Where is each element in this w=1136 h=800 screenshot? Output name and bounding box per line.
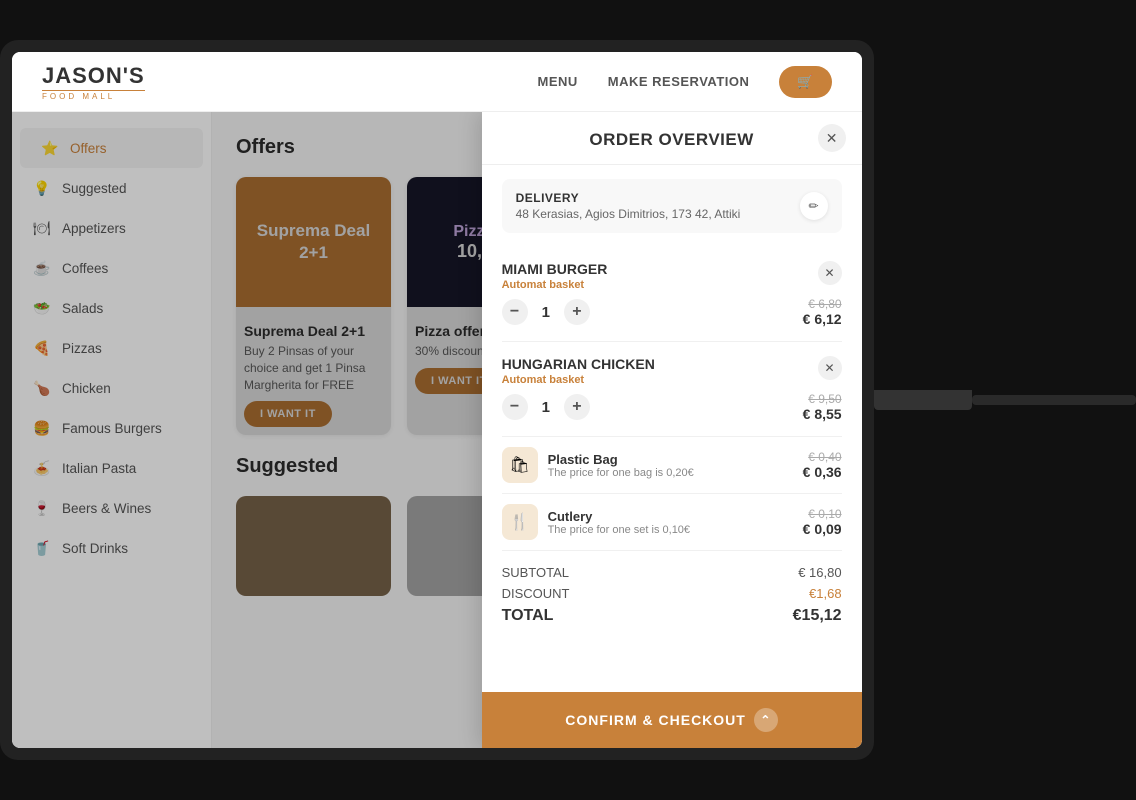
main-area: ⭐ Offers 💡 Suggested 🍽 Appetizers ☕ Coff… bbox=[12, 112, 862, 748]
order-item-name-miami: MIAMI BURGER bbox=[502, 261, 608, 277]
logo-sub: FOOD MALL bbox=[42, 90, 145, 101]
qty-decrease-miami[interactable]: − bbox=[502, 299, 528, 325]
order-close-button[interactable]: ✕ bbox=[818, 124, 846, 152]
price-new-hungarian: € 8,55 bbox=[803, 406, 842, 422]
nav-reservation[interactable]: MAKE RESERVATION bbox=[608, 74, 750, 89]
subtotal-row: SUBTOTAL € 16,80 bbox=[502, 565, 842, 580]
delivery-edit-button[interactable]: ✏ bbox=[800, 192, 828, 220]
discount-row: DISCOUNT €1,68 bbox=[502, 586, 842, 601]
order-item-footer-miami: − 1 + € 6,80 € 6,12 bbox=[502, 297, 842, 327]
qty-value-hungarian: 1 bbox=[542, 399, 550, 416]
order-item-miami-burger: MIAMI BURGER Automat basket ✕ − 1 + bbox=[502, 247, 842, 342]
qty-value-miami: 1 bbox=[542, 304, 550, 321]
cutlery-price-old: € 0,10 bbox=[803, 507, 842, 521]
price-new-miami: € 6,12 bbox=[803, 311, 842, 327]
cutlery-info: Cutlery The price for one set is 0,10€ bbox=[548, 509, 793, 536]
order-item-qty-miami: − 1 + bbox=[502, 299, 590, 325]
monitor-base bbox=[972, 395, 1136, 405]
delivery-row: DELIVERY 48 Kerasias, Agios Dimitrios, 1… bbox=[502, 179, 842, 233]
order-panel-body: DELIVERY 48 Kerasias, Agios Dimitrios, 1… bbox=[482, 165, 862, 692]
cutlery-icon: 🍴 bbox=[502, 504, 538, 540]
checkout-btn-label: CONFIRM & CHECKOUT bbox=[565, 712, 746, 728]
screen: JASON'S FOOD MALL MENU MAKE RESERVATION … bbox=[12, 52, 862, 748]
price-old-hungarian: € 9,50 bbox=[803, 392, 842, 406]
order-item-remove-miami[interactable]: ✕ bbox=[818, 261, 842, 285]
grand-total-row: TOTAL €15,12 bbox=[502, 607, 842, 625]
plastic-bag-info: Plastic Bag The price for one bag is 0,2… bbox=[548, 452, 793, 479]
qty-increase-hungarian[interactable]: + bbox=[564, 394, 590, 420]
grand-total-value: €15,12 bbox=[793, 607, 842, 625]
discount-value: €1,68 bbox=[809, 586, 842, 601]
cutlery-desc: The price for one set is 0,10€ bbox=[548, 524, 793, 536]
order-item-badge-miami: Automat basket bbox=[502, 279, 608, 291]
order-item-qty-hungarian: − 1 + bbox=[502, 394, 590, 420]
nav-menu[interactable]: MENU bbox=[537, 74, 577, 89]
order-item-footer-hungarian: − 1 + € 9,50 € 8,55 bbox=[502, 392, 842, 422]
cutlery-price: € 0,10 € 0,09 bbox=[803, 507, 842, 537]
qty-increase-miami[interactable]: + bbox=[564, 299, 590, 325]
extra-cutlery: 🍴 Cutlery The price for one set is 0,10€… bbox=[502, 494, 842, 551]
grand-total-label: TOTAL bbox=[502, 607, 554, 625]
order-item-price-miami: € 6,80 € 6,12 bbox=[803, 297, 842, 327]
logo: JASON'S FOOD MALL bbox=[42, 63, 145, 101]
order-panel-title: ORDER OVERVIEW bbox=[589, 130, 753, 150]
monitor-stand bbox=[874, 390, 972, 410]
plastic-bag-price-new: € 0,36 bbox=[803, 464, 842, 480]
order-item-meta-miami: MIAMI BURGER Automat basket bbox=[502, 261, 608, 291]
cutlery-price-new: € 0,09 bbox=[803, 521, 842, 537]
order-panel-header: ORDER OVERVIEW ✕ bbox=[482, 112, 862, 165]
order-item-header-miami: MIAMI BURGER Automat basket ✕ bbox=[502, 261, 842, 291]
plastic-bag-icon: 🛍 bbox=[502, 447, 538, 483]
discount-label: DISCOUNT bbox=[502, 586, 570, 601]
totals-section: SUBTOTAL € 16,80 DISCOUNT €1,68 TOTAL €1… bbox=[502, 551, 842, 641]
delivery-label: DELIVERY bbox=[516, 191, 741, 205]
extra-plastic-bag: 🛍 Plastic Bag The price for one bag is 0… bbox=[502, 437, 842, 494]
order-item-remove-hungarian[interactable]: ✕ bbox=[818, 356, 842, 380]
cutlery-name: Cutlery bbox=[548, 509, 793, 524]
order-item-badge-hungarian: Automat basket bbox=[502, 374, 655, 386]
cart-button[interactable]: 🛒 bbox=[779, 66, 831, 98]
subtotal-label: SUBTOTAL bbox=[502, 565, 569, 580]
delivery-address: 48 Kerasias, Agios Dimitrios, 173 42, At… bbox=[516, 207, 741, 221]
order-item-name-hungarian: HUNGARIAN CHICKEN bbox=[502, 356, 655, 372]
order-item-price-hungarian: € 9,50 € 8,55 bbox=[803, 392, 842, 422]
qty-decrease-hungarian[interactable]: − bbox=[502, 394, 528, 420]
order-item-meta-hungarian: HUNGARIAN CHICKEN Automat basket bbox=[502, 356, 655, 386]
nav-links: MENU MAKE RESERVATION 🛒 bbox=[537, 66, 831, 98]
header: JASON'S FOOD MALL MENU MAKE RESERVATION … bbox=[12, 52, 862, 112]
logo-main: JASON'S bbox=[42, 63, 145, 89]
order-panel: ORDER OVERVIEW ✕ DELIVERY 48 Kerasias, A… bbox=[482, 112, 862, 748]
plastic-bag-desc: The price for one bag is 0,20€ bbox=[548, 467, 793, 479]
order-item-header-hungarian: HUNGARIAN CHICKEN Automat basket ✕ bbox=[502, 356, 842, 386]
checkout-chevron-icon: ⌃ bbox=[754, 708, 778, 732]
monitor: JASON'S FOOD MALL MENU MAKE RESERVATION … bbox=[0, 40, 874, 760]
delivery-info: DELIVERY 48 Kerasias, Agios Dimitrios, 1… bbox=[516, 191, 741, 221]
plastic-bag-price-old: € 0,40 bbox=[803, 450, 842, 464]
price-old-miami: € 6,80 bbox=[803, 297, 842, 311]
plastic-bag-name: Plastic Bag bbox=[548, 452, 793, 467]
plastic-bag-price: € 0,40 € 0,36 bbox=[803, 450, 842, 480]
checkout-button[interactable]: CONFIRM & CHECKOUT ⌃ bbox=[482, 692, 862, 748]
subtotal-value: € 16,80 bbox=[798, 565, 841, 580]
order-item-hungarian: HUNGARIAN CHICKEN Automat basket ✕ − 1 + bbox=[502, 342, 842, 437]
